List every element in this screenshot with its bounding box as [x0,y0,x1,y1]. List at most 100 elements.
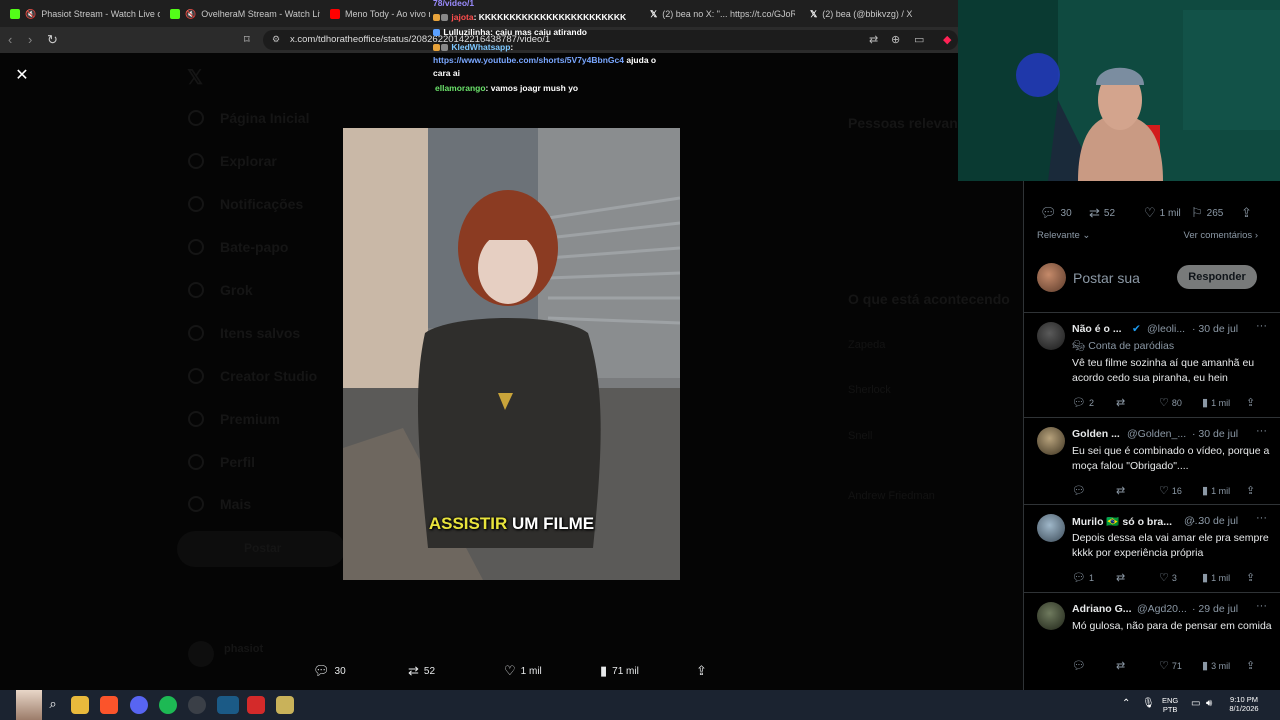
browser-tab[interactable]: 🔇 OvelheraM Stream - Watch Live [170,4,320,24]
repost-icon: ⇄ [1116,485,1126,497]
reply-item[interactable]: Golden ... @Golden_... · 30 de jul ··· E… [1024,418,1280,504]
app-icon[interactable] [276,696,294,714]
reply-text: Mó gulosa, não para de pensar em comida [1072,620,1272,632]
reply-author-name[interactable]: Murilo 🇧🇷 só o bra... [1072,515,1172,528]
reply-author-name[interactable]: Não é o ... [1072,323,1122,335]
reply-share-button[interactable]: ⇪ [1246,396,1255,409]
panel-share[interactable]: ⇪ [1241,205,1252,221]
browser-tab[interactable]: 𝕏 (2) bea no X: "... https://t.co/GJoR [650,4,795,24]
repost-icon: ⇄ [1089,205,1100,220]
share-icon: ⇪ [1246,485,1256,497]
site-settings-icon[interactable]: ⚙ [272,34,280,45]
avatar[interactable] [1037,602,1065,630]
steam-icon[interactable] [217,696,239,714]
cast-icon[interactable]: ▭ [914,33,924,46]
nav-item-creator-studio: Creator Studio [220,368,318,384]
reply-comment-button[interactable]: 💬︎ [1072,484,1086,497]
views-button[interactable]: ▮ 71 mil [600,663,639,679]
more-icon[interactable]: ··· [1256,425,1267,437]
reply-author-name[interactable]: Adriano G... [1072,603,1132,615]
file-explorer-icon[interactable] [71,696,89,714]
like-button[interactable]: ♡ 1 mil [504,663,542,679]
reply-share-button[interactable]: ⇪ [1246,571,1255,584]
browser-tab[interactable]: 🔇 Phasiot Stream - Watch Live on [10,4,160,24]
reload-icon[interactable]: ↻ [47,32,58,48]
replies-panel: 💬︎ 30 ⇄ 52 ♡ 1 mil ⚐ 265 ⇪ Relevante ⌄ Ver c… [1023,181,1280,690]
anime-avatar-icon[interactable] [16,690,42,720]
more-icon[interactable]: ··· [1256,512,1267,524]
reply-comment-button[interactable]: 💬︎ 1 [1072,571,1094,584]
spotify-icon[interactable] [159,696,177,714]
reply-item[interactable]: Adriano G... @Agd20... · 29 de jul ··· M… [1024,593,1280,683]
avatar[interactable] [1037,322,1065,350]
chat-link[interactable]: https://www.youtube.com/shorts/5V7y4BbnG… [433,55,624,65]
reply-like-button[interactable]: ♡ 16 [1159,484,1182,497]
clock[interactable]: 9:10 PM 8/1/2026 [1222,695,1266,713]
reply-repost-button[interactable]: ⇄ [1116,659,1125,672]
chat-text: 78/video/1 [433,0,475,8]
reply-date[interactable]: · 30 de jul [1192,323,1238,335]
video-player[interactable]: ASSISTIR UM FILME [343,128,680,580]
tab-label: (2) bea (@bbikvzg) / X [822,9,913,19]
browser-tab[interactable]: Meno Tody - Ao vivo na ... [330,4,430,24]
reply-like-button[interactable]: ♡ 3 [1159,571,1177,584]
reply-date[interactable]: · 29 de jul [1192,603,1238,615]
see-comments-link[interactable]: Ver comentários › [1184,230,1258,241]
reply-views-button[interactable]: ▮ 1 mil [1202,571,1230,584]
reply-handle[interactable]: @Golden_... [1127,428,1186,440]
reply-views-button[interactable]: ▮ 1 mil [1202,484,1230,497]
reply-comment-button[interactable]: 💬︎ 2 [1072,396,1094,409]
bookmark-icon[interactable]: ⌑ [244,33,250,46]
discord-icon[interactable] [130,696,148,714]
reply-date[interactable]: · 30 de jul [1192,428,1238,440]
reply-repost-button[interactable]: ⇄ [1116,571,1125,584]
more-icon[interactable]: ··· [1256,320,1267,332]
app-icon[interactable] [188,696,206,714]
browser-tab[interactable]: 𝕏 (2) bea (@bbikvzg) / X [810,4,950,24]
panel-repost-stat[interactable]: ⇄ 52 [1089,205,1115,221]
close-icon[interactable]: ✕ [13,67,31,85]
app-icon[interactable] [247,696,265,714]
avatar[interactable] [1037,427,1065,455]
reply-button[interactable]: 💬︎ 30 [313,663,346,679]
network-icon[interactable]: ▭ [1191,699,1200,709]
brave-browser-icon[interactable] [100,696,118,714]
reply-handle[interactable]: @leoli... [1147,323,1185,335]
zoom-icon[interactable]: ⊕ [891,33,900,46]
mic-icon[interactable]: 🎙︎ [1142,699,1155,709]
reply-submit-button[interactable]: Responder [1177,265,1257,289]
reply-author-name[interactable]: Golden ... [1072,428,1120,440]
language-indicator[interactable]: ENG PTB [1162,696,1178,714]
more-icon[interactable]: ··· [1256,600,1267,612]
reply-item[interactable]: Não é o ... ✔ @leoli... · 30 de jul ··· … [1024,313,1280,417]
reply-views-button[interactable]: ▮ 3 mil [1202,659,1230,672]
reply-repost-button[interactable]: ⇄ [1116,484,1125,497]
reply-views-button[interactable]: ▮ 1 mil [1202,396,1230,409]
share-button[interactable]: ⇪ [696,663,707,679]
reply-item[interactable]: Murilo 🇧🇷 só o bra... @... · 30 de jul ·… [1024,505,1280,592]
reply-like-button[interactable]: ♡ 71 [1159,659,1182,672]
panel-bookmark-stat[interactable]: ⚐ 265 [1191,205,1223,221]
reply-share-button[interactable]: ⇪ [1246,659,1255,672]
url-field[interactable]: ⚙ x.com/tdhoratheoffice/status/208262201… [263,30,958,50]
reply-date[interactable]: · 30 de jul [1192,515,1238,527]
repost-button[interactable]: ⇄ 52 [408,663,435,679]
translate-icon[interactable]: ⇄ [869,33,878,46]
back-icon[interactable]: ‹ [8,32,12,47]
panel-reply-stat[interactable]: 💬︎ 30 [1040,205,1072,221]
sort-dropdown[interactable]: Relevante ⌄ [1037,230,1090,241]
forward-icon[interactable]: › [28,32,32,47]
reply-like-button[interactable]: ♡ 80 [1159,396,1182,409]
webcam-overlay [958,0,1280,181]
search-icon[interactable]: ⌕ [44,696,62,714]
brave-shield-icon[interactable]: ◆ [943,33,951,46]
reply-comment-button[interactable]: 💬︎ [1072,659,1086,672]
panel-like-stat[interactable]: ♡ 1 mil [1144,205,1181,221]
compose-input[interactable]: Postar sua [1073,270,1140,286]
reply-repost-button[interactable]: ⇄ [1116,396,1125,409]
avatar[interactable] [1037,514,1065,542]
reply-share-button[interactable]: ⇪ [1246,484,1255,497]
volume-icon[interactable]: 🔊︎ [1206,699,1212,709]
reply-handle[interactable]: @Agd20... [1137,603,1187,615]
chevron-up-icon[interactable]: ⌃ [1122,699,1130,709]
